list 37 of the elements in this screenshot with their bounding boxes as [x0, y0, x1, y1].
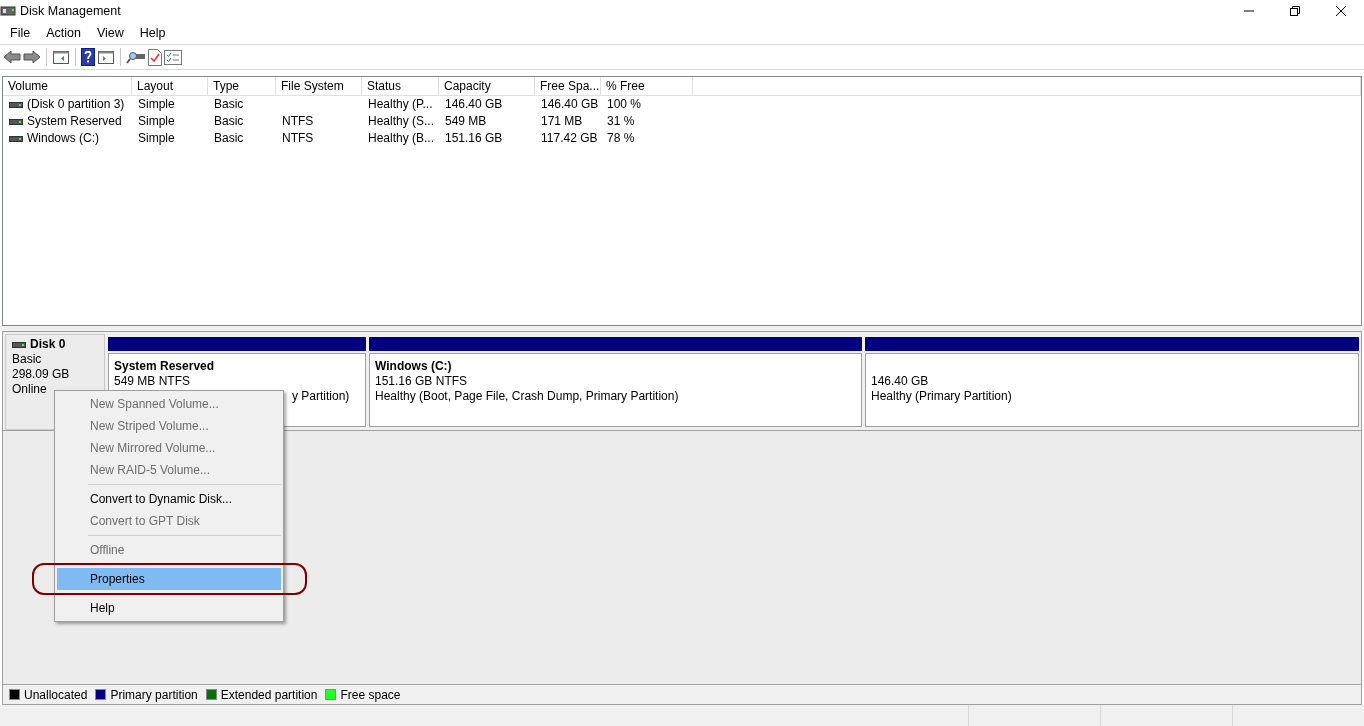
legend-label: Unallocated: [24, 686, 88, 704]
table-cell: Simple: [138, 130, 175, 147]
partition-size: 549 MB NTFS: [114, 374, 192, 389]
partition-size: 151.16 GB NTFS: [375, 374, 469, 389]
legend-label: Extended partition: [220, 686, 318, 704]
legend-label: Primary partition: [110, 686, 198, 704]
table-cell: 151.16 GB: [445, 130, 503, 147]
disk-size: 298.09 GB: [12, 367, 71, 382]
partition-name: Windows (C:): [375, 359, 452, 373]
table-cell: NTFS: [282, 130, 314, 147]
table-cell: 146.40 GB: [541, 96, 599, 113]
disk-name: Disk 0: [30, 337, 66, 352]
disk-type: Basic: [12, 352, 43, 367]
table-cell: Simple: [138, 96, 175, 113]
disk-status: Online: [12, 382, 48, 397]
table-cell: 549 MB: [445, 113, 487, 130]
partition-name: System Reserved: [114, 359, 215, 373]
table-cell: Simple: [138, 113, 175, 130]
table-cell: Healthy (B...: [368, 130, 435, 147]
table-cell: 78 %: [607, 130, 635, 147]
table-cell: Basic: [214, 113, 244, 130]
table-cell: 146.40 GB: [445, 96, 503, 113]
table-cell: Healthy (P...: [368, 96, 433, 113]
table-cell: NTFS: [282, 113, 314, 130]
legend-label: Free space: [340, 686, 401, 704]
table-cell: 100 %: [607, 96, 642, 113]
table-cell: 171 MB: [541, 113, 583, 130]
table-cell: 117.42 GB: [541, 130, 598, 147]
table-cell: Basic: [214, 96, 244, 113]
table-cell: 31 %: [607, 113, 635, 130]
table-cell: Healthy (S...: [368, 113, 435, 130]
partition-status: y Partition): [292, 389, 350, 403]
partition-size: 146.40 GB: [871, 374, 930, 389]
window-title: Disk Management: [20, 2, 121, 20]
table-cell: Basic: [214, 130, 244, 147]
partition-status: Healthy (Boot, Page File, Crash Dump, Primary Partition): [375, 389, 679, 403]
partition-status: Healthy (Primary Partition): [871, 389, 1012, 403]
